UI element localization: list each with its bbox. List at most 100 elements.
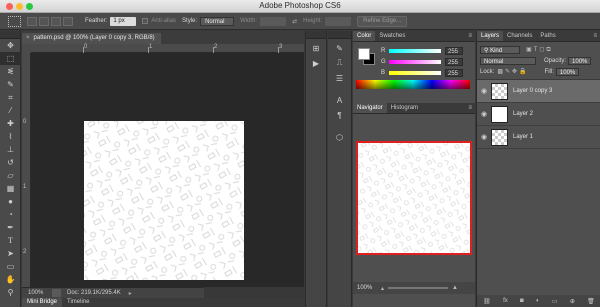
dock-header[interactable] <box>306 31 326 39</box>
layer-name[interactable]: Layer 0 copy 3 <box>513 88 552 94</box>
actions-panel-icon[interactable]: ▶ <box>307 57 325 69</box>
tab-paths[interactable]: Paths <box>536 31 559 41</box>
tab-layers[interactable]: Layers <box>477 31 504 41</box>
layer-row[interactable]: ◉ Layer 1 <box>477 126 600 149</box>
pen-icon[interactable]: ✒ <box>0 221 21 234</box>
new-selection-icon[interactable] <box>27 16 37 26</box>
history-panel-icon[interactable]: ⊞ <box>307 42 325 54</box>
foreground-color-swatch[interactable] <box>358 48 370 60</box>
navigator-zoom-slider[interactable] <box>388 287 449 289</box>
type-icon[interactable]: T <box>0 234 21 247</box>
fx-button[interactable]: fx <box>503 298 508 304</box>
height-input[interactable] <box>325 16 352 26</box>
color-spectrum-ramp[interactable] <box>356 80 470 89</box>
status-arrow-icon[interactable]: ▸ <box>129 290 132 297</box>
tab-color[interactable]: Color <box>353 31 376 41</box>
green-slider[interactable] <box>389 59 441 64</box>
status-menu-icon[interactable] <box>52 289 61 297</box>
panel-menu-icon[interactable]: ≡ <box>468 105 472 111</box>
eraser-icon[interactable]: ▱ <box>0 169 21 182</box>
lasso-icon[interactable]: ᓬ <box>0 65 21 78</box>
navigator-preview[interactable] <box>356 141 472 255</box>
layer-name[interactable]: Layer 2 <box>513 111 533 117</box>
add-mask-icon[interactable]: ◙ <box>520 298 524 304</box>
marquee-icon[interactable]: ⬚ <box>0 52 21 65</box>
clone-stamp-icon[interactable]: ⊥ <box>0 143 21 156</box>
panel-menu-icon[interactable]: ≡ <box>468 33 472 39</box>
move-icon[interactable]: ✥ <box>0 39 21 52</box>
zoom-out-icon[interactable]: ▴ <box>381 285 384 292</box>
horizontal-ruler[interactable]: 0 1 2 3 <box>31 44 304 53</box>
blue-value-input[interactable]: 255 <box>445 68 463 77</box>
marquee-tool-preset-icon[interactable] <box>8 15 21 27</box>
tab-channels[interactable]: Channels <box>503 31 536 41</box>
subtract-selection-icon[interactable] <box>51 16 61 26</box>
adjustments-panel-icon[interactable]: ☰ <box>331 72 349 84</box>
refine-edge-button[interactable]: Refine Edge... <box>357 15 408 27</box>
horizontal-scrollbar[interactable] <box>204 287 304 298</box>
blend-mode-select[interactable]: Normal <box>480 56 536 65</box>
hand-icon[interactable]: ✋ <box>0 273 21 286</box>
blue-slider[interactable] <box>389 70 441 75</box>
style-select[interactable]: Normal <box>200 16 235 26</box>
tab-navigator[interactable]: Navigator <box>353 103 387 113</box>
tab-timeline[interactable]: Timeline <box>62 298 94 307</box>
fill-input[interactable]: 100% <box>555 67 580 76</box>
opacity-input[interactable]: 100% <box>568 56 592 65</box>
new-layer-icon[interactable]: ⊕ <box>570 298 575 305</box>
anti-alias-checkbox[interactable] <box>142 18 149 24</box>
layer-row[interactable]: ◉ Layer 0 copy 3 <box>477 80 600 103</box>
canvas-area[interactable] <box>32 53 304 288</box>
zoom-icon[interactable]: ⚲ <box>0 286 21 299</box>
history-brush-icon[interactable]: ↺ <box>0 156 21 169</box>
layer-name[interactable]: Layer 1 <box>513 134 533 140</box>
crop-icon[interactable]: ⌗ <box>0 91 21 104</box>
ruler-origin[interactable] <box>22 44 31 53</box>
green-value-input[interactable]: 255 <box>445 57 463 66</box>
swap-dimensions-icon[interactable]: ⇄ <box>292 18 297 25</box>
visibility-eye-icon[interactable]: ◉ <box>477 110 491 118</box>
intersect-selection-icon[interactable] <box>63 16 73 26</box>
lock-icons[interactable]: ▩✎✥🔒 <box>497 68 528 75</box>
quick-select-icon[interactable]: ✎ <box>0 78 21 91</box>
blur-icon[interactable]: ● <box>0 195 21 208</box>
document-canvas[interactable] <box>84 121 244 280</box>
visibility-eye-icon[interactable]: ◉ <box>477 87 491 95</box>
healing-icon[interactable]: ✚ <box>0 117 21 130</box>
character-panel-icon[interactable]: A <box>331 94 349 106</box>
clone-source-panel-icon[interactable]: ⎍ <box>331 57 349 69</box>
doc-info[interactable]: Doc: 219.1K/295.4K <box>67 290 121 296</box>
navigator-zoom-value[interactable]: 100% <box>357 285 377 291</box>
adjustment-layer-icon[interactable]: ◐ <box>536 298 540 304</box>
eyedropper-icon[interactable]: ⁄ <box>0 104 21 117</box>
layer-row[interactable]: ◉ Layer 2 <box>477 103 600 126</box>
width-input[interactable] <box>260 16 287 26</box>
dodge-icon[interactable]: ◔ <box>0 208 21 221</box>
tools-panel-header[interactable] <box>0 31 20 39</box>
new-group-icon[interactable]: ▭ <box>552 298 558 305</box>
layer-kind-filter[interactable]: ⚲ Kind <box>480 45 520 54</box>
path-select-icon[interactable]: ➤ <box>0 247 21 260</box>
vertical-ruler[interactable]: 0 1 2 <box>22 53 31 288</box>
tab-swatches[interactable]: Swatches <box>375 31 409 41</box>
document-tab[interactable]: × pattern.psd @ 100% (Layer 0 copy 3, RG… <box>22 33 161 44</box>
gradient-icon[interactable]: ▦ <box>0 182 21 195</box>
link-layers-icon[interactable]: ⛓ <box>483 298 491 305</box>
zoom-in-icon[interactable]: ▲ <box>452 285 458 291</box>
shape-icon[interactable]: ▭ <box>0 260 21 273</box>
zoom-level[interactable]: 100% <box>28 290 46 296</box>
red-value-input[interactable]: 255 <box>445 46 463 55</box>
add-selection-icon[interactable] <box>39 16 49 26</box>
red-slider[interactable] <box>389 48 441 53</box>
paragraph-panel-icon[interactable]: ¶ <box>331 109 349 121</box>
tab-mini-bridge[interactable]: Mini Bridge <box>22 298 63 307</box>
brush-icon[interactable]: ⌇ <box>0 130 21 143</box>
close-tab-icon[interactable]: × <box>26 33 30 44</box>
dock-header[interactable] <box>328 31 351 39</box>
tab-histogram[interactable]: Histogram <box>387 103 422 113</box>
visibility-eye-icon[interactable]: ◉ <box>477 133 491 141</box>
feather-input[interactable]: 1 px <box>110 16 137 26</box>
brush-panel-icon[interactable]: ✎ <box>331 42 349 54</box>
filter-type-icons[interactable]: ▣T◻⧉ <box>526 46 553 54</box>
panel-menu-icon[interactable]: ≡ <box>593 33 597 39</box>
